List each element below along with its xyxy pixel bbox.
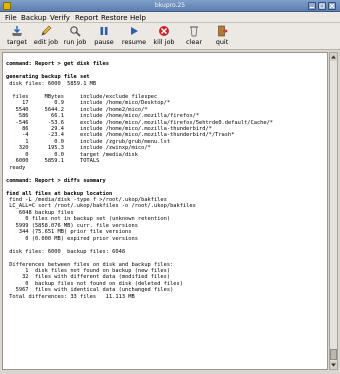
console-line: find all files at backup location <box>6 190 113 197</box>
menu-bar: File Backup Verify Report Restore Help <box>0 12 340 23</box>
scrollbar-thumb[interactable] <box>330 349 337 360</box>
console-line: 5967 files with identical data (unchange… <box>6 287 174 294</box>
maximize-button[interactable] <box>318 2 326 10</box>
console-line: 6048 backup files <box>6 209 74 216</box>
scroll-up-arrow-icon[interactable] <box>330 53 337 61</box>
console-line: files MBytes include/exclude filespec <box>6 93 158 100</box>
minimize-button[interactable] <box>308 2 316 10</box>
console-output[interactable]: command: Report > get disk files generat… <box>2 52 328 370</box>
menu-file[interactable]: File <box>5 14 17 22</box>
resume-icon <box>131 27 138 35</box>
console-line: 1 0.0 include /zgrub/grub/menu.lst <box>6 138 171 145</box>
pause-icon <box>100 27 108 35</box>
edit-job-button[interactable]: edit job <box>33 25 59 49</box>
edit-job-icon <box>41 25 52 36</box>
target-button[interactable]: target <box>5 25 29 49</box>
console-line: Total differences: 33 files 11.113 MB <box>6 293 135 300</box>
console-line: 1 disk files not found on backup (new fi… <box>6 267 171 274</box>
quit-button[interactable]: quit <box>211 25 233 49</box>
console-line: 17 0.9 include /home/mico/Desktop/* <box>6 100 171 107</box>
console-line: -546 -53.6 exclude /home/mico/.mozilla/f… <box>6 119 274 126</box>
scroll-down-arrow-icon[interactable] <box>330 361 337 369</box>
console-line: 0 files not in backup set (unknown reten… <box>6 216 171 223</box>
console-line: 586 66.1 include /home/mico/.mozilla/fir… <box>6 113 200 120</box>
console-line: find -L /media/disk -type f >/root/.ukop… <box>6 196 167 203</box>
console-line: 344 (75.651 MB) prior file versions <box>6 229 132 236</box>
run-job-icon <box>70 26 81 37</box>
console-line: disk files: 6000 backup files: 6048 <box>6 248 126 255</box>
console-line: 32 files with different data (modified f… <box>6 274 171 281</box>
console-line: 0 0.0 target /media/disk <box>6 151 138 158</box>
pause-button[interactable]: pause <box>93 25 115 49</box>
console-line: generating backup file set <box>6 74 90 81</box>
kill-job-icon <box>159 26 169 36</box>
console-line: command: Report > diffs summary <box>6 177 106 184</box>
menu-backup[interactable]: Backup <box>21 14 47 22</box>
toolbar: target edit job run job pause resume kil… <box>0 23 340 50</box>
console-scrollbar[interactable] <box>329 52 338 370</box>
console-line: 0 (0.000 MB) expired prior versions <box>6 235 138 242</box>
target-icon <box>12 26 22 36</box>
console-line: disk files: 6000 5859.1 MB <box>6 80 97 87</box>
close-button[interactable] <box>328 2 336 10</box>
console-line: 320 195.3 include /zwinxp/mico/* <box>6 145 151 152</box>
console-text: command: Report > get disk files generat… <box>3 53 327 302</box>
clear-button[interactable]: clear <box>183 25 205 49</box>
menu-verify[interactable]: Verify <box>50 14 70 22</box>
console-line: 5999 (5858.076 MB) curr. file versions <box>6 222 138 229</box>
clear-icon <box>190 26 198 37</box>
quit-icon <box>218 25 228 37</box>
run-job-button[interactable]: run job <box>63 25 87 49</box>
console-line: 0 backup files not found on disk (delete… <box>6 280 183 287</box>
console-line: 86 29.4 include /home/mico/.mozilla-thun… <box>6 125 212 132</box>
window-titlebar: bkupro.25 <box>0 0 340 12</box>
menu-report[interactable]: Report <box>75 14 98 22</box>
menu-restore[interactable]: Restore <box>101 14 128 22</box>
resume-button[interactable]: resume <box>121 25 147 49</box>
console-line: ready <box>6 164 26 171</box>
console-line: command: Report > get disk files <box>6 61 109 68</box>
menu-help[interactable]: Help <box>130 14 146 22</box>
kill-job-button[interactable]: kill job <box>152 25 176 49</box>
window-title: bkupro.25 <box>154 2 186 9</box>
console-line: 6000 5859.1 TOTALS <box>6 158 100 165</box>
console-line: 5540 5644.2 include /home2/mico/* <box>6 106 148 113</box>
console-line: Differences between files on disk and ba… <box>6 261 174 268</box>
console-line: -4 -23.4 exclude /home/mico/.mozilla-thu… <box>6 132 235 139</box>
console-line: LC_ALL=C sort /root/.ukop/bakfiles -o /r… <box>6 203 196 210</box>
